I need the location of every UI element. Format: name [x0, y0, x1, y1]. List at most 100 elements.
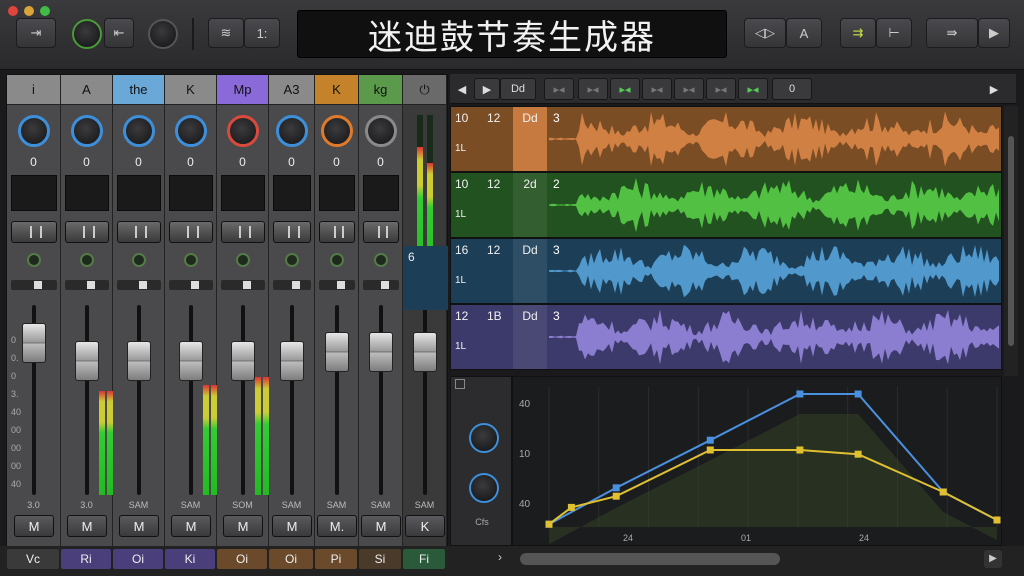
- waveform[interactable]: 2: [549, 173, 1001, 237]
- send-slot[interactable]: [273, 221, 311, 243]
- mute-button[interactable]: K: [405, 515, 445, 537]
- track-region-label[interactable]: Dd: [513, 305, 547, 369]
- next-button[interactable]: ⇛: [926, 18, 978, 48]
- play-button[interactable]: ▶: [474, 78, 500, 100]
- send-slot[interactable]: [363, 221, 399, 243]
- channel-name[interactable]: kg: [359, 75, 402, 105]
- send-slot[interactable]: [169, 221, 213, 243]
- send-led-icon[interactable]: [236, 253, 250, 267]
- send-level[interactable]: [11, 280, 57, 290]
- automation-toggle[interactable]: [455, 379, 465, 389]
- scroll-thumb[interactable]: [1008, 136, 1014, 346]
- minimize-window-button[interactable]: [24, 6, 34, 16]
- master-volume-knob[interactable]: [148, 19, 178, 49]
- pan-knob[interactable]: [175, 115, 207, 147]
- insert-slot[interactable]: [65, 175, 109, 211]
- yellow-automation-node[interactable]: [706, 446, 714, 454]
- insert-slot[interactable]: [117, 175, 161, 211]
- ratio-button[interactable]: 1:: [244, 18, 280, 48]
- automation-knob-2[interactable]: [469, 473, 499, 503]
- waveform[interactable]: 3: [549, 107, 1001, 171]
- cycle-button[interactable]: ⇥: [16, 18, 56, 48]
- yellow-automation-node[interactable]: [545, 520, 553, 528]
- send-slot[interactable]: [11, 221, 57, 243]
- insert-slot[interactable]: [319, 175, 355, 211]
- pan-knob[interactable]: [227, 115, 259, 147]
- pan-knob[interactable]: [71, 115, 103, 147]
- mute-button[interactable]: M: [171, 515, 211, 537]
- pan-knob[interactable]: [18, 115, 50, 147]
- send-slot[interactable]: [65, 221, 109, 243]
- pan-knob[interactable]: [365, 115, 397, 147]
- automation-knob-1[interactable]: [469, 423, 499, 453]
- flip-button[interactable]: ◁▷: [744, 18, 786, 48]
- rewind-button[interactable]: ⇤: [104, 18, 134, 48]
- channel-footer-label[interactable]: Pi: [315, 549, 357, 569]
- channel-name[interactable]: ⏻: [403, 75, 446, 105]
- channel-footer-label[interactable]: Ri: [61, 549, 111, 569]
- send-led-icon[interactable]: [330, 253, 344, 267]
- scroll-end-button[interactable]: ▶: [984, 550, 1002, 568]
- step-2-button[interactable]: ▸◂: [578, 78, 608, 100]
- track-region-label[interactable]: Dd: [513, 107, 547, 171]
- volume-fader[interactable]: [179, 341, 203, 381]
- yellow-automation-node[interactable]: [939, 488, 947, 496]
- a-button[interactable]: A: [786, 18, 822, 48]
- scroll-left-button[interactable]: ›: [490, 550, 510, 568]
- send-level[interactable]: [273, 280, 311, 290]
- send-level[interactable]: [319, 280, 355, 290]
- channel-footer-label[interactable]: Si: [359, 549, 401, 569]
- track-lane[interactable]: 12 1B Dd 1L 3: [450, 304, 1002, 370]
- mute-button[interactable]: M.: [317, 515, 357, 537]
- step-5-button[interactable]: ▸◂: [674, 78, 704, 100]
- mute-button[interactable]: M: [14, 515, 54, 537]
- back-button[interactable]: ◀: [452, 78, 472, 100]
- yellow-automation-node[interactable]: [796, 446, 804, 454]
- volume-fader[interactable]: [75, 341, 99, 381]
- send-led-icon[interactable]: [184, 253, 198, 267]
- mute-button[interactable]: M: [223, 515, 263, 537]
- channel-footer-label[interactable]: Vc: [7, 549, 59, 569]
- track-lane[interactable]: 16 12 Dd 1L 3: [450, 238, 1002, 304]
- channel-name[interactable]: K: [315, 75, 358, 105]
- send-led-icon[interactable]: [132, 253, 146, 267]
- close-window-button[interactable]: [8, 6, 18, 16]
- yellow-automation-node[interactable]: [567, 503, 575, 511]
- insert-slot[interactable]: [221, 175, 265, 211]
- send-led-icon[interactable]: [285, 253, 299, 267]
- send-level[interactable]: [117, 280, 161, 290]
- blue-automation-node[interactable]: [706, 436, 714, 444]
- insert-slot[interactable]: [169, 175, 213, 211]
- waveform[interactable]: 3: [549, 239, 1001, 303]
- channel-name[interactable]: K: [165, 75, 216, 105]
- pan-knob[interactable]: [321, 115, 353, 147]
- horizontal-scrollbar[interactable]: [520, 553, 780, 565]
- insert-slot[interactable]: [11, 175, 57, 211]
- send-slot[interactable]: [117, 221, 161, 243]
- vertical-scrollbar[interactable]: [1004, 106, 1018, 376]
- track-region-label[interactable]: 2d: [513, 173, 547, 237]
- send-slot[interactable]: [319, 221, 355, 243]
- volume-fader[interactable]: [127, 341, 151, 381]
- blue-automation-node[interactable]: [854, 390, 862, 398]
- yellow-automation-node[interactable]: [612, 492, 620, 500]
- marker-button[interactable]: ⊢: [876, 18, 912, 48]
- channel-name[interactable]: the: [113, 75, 164, 105]
- maximize-window-button[interactable]: [40, 6, 50, 16]
- scroll-right-button[interactable]: ▶: [984, 78, 1004, 100]
- volume-fader[interactable]: [280, 341, 304, 381]
- pan-knob[interactable]: [123, 115, 155, 147]
- channel-footer-label[interactable]: Oi: [217, 549, 267, 569]
- yellow-automation-node[interactable]: [993, 516, 1001, 524]
- track-lane[interactable]: 10 12 2d 1L 2: [450, 172, 1002, 238]
- step-6-button[interactable]: ▸◂: [706, 78, 736, 100]
- waveform[interactable]: 3: [549, 305, 1001, 369]
- send-led-icon[interactable]: [80, 253, 94, 267]
- volume-fader[interactable]: [369, 332, 393, 372]
- step-3-button[interactable]: ▸◂: [610, 78, 640, 100]
- automation-graph[interactable]: 40 10 40 24 01 24: [512, 376, 1002, 546]
- volume-fader[interactable]: [413, 332, 437, 372]
- mute-button[interactable]: M: [67, 515, 107, 537]
- send-level[interactable]: [65, 280, 109, 290]
- forward-button[interactable]: ⇉: [840, 18, 876, 48]
